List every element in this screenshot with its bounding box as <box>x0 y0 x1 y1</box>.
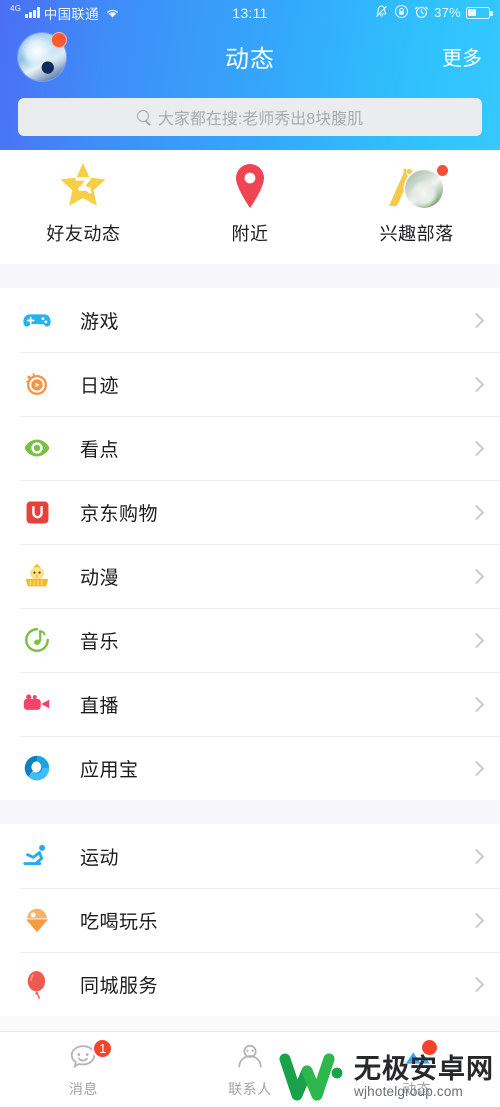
status-bar: 4G 中国联通 13:11 37% <box>0 0 500 25</box>
shortcut-label: 兴趣部落 <box>379 224 454 244</box>
list-item-games[interactable]: 游戏 <box>0 288 500 352</box>
tab-label: 消息 <box>68 1081 98 1097</box>
contacts-icon <box>234 1040 266 1074</box>
section-divider <box>0 264 500 288</box>
battery-icon <box>466 6 493 19</box>
chevron-right-icon <box>468 376 485 392</box>
list-item-label: 看点 <box>80 439 120 461</box>
header: 4G 中国联通 13:11 37% 动态 更多 大家都在搜:老师秀出8块腹肌 <box>0 0 500 150</box>
menu-group-1: 游戏 日迹 看点 京东购物 动漫 音乐 直播 应用宝 <box>0 288 500 800</box>
message-icon: 1 <box>67 1038 114 1074</box>
chevron-right-icon <box>468 632 485 648</box>
qzone-star-icon <box>57 163 109 210</box>
chevron-right-icon <box>468 568 485 584</box>
status-bar-left: 4G 中国联通 <box>10 3 120 23</box>
wifi-icon <box>105 7 120 19</box>
avatar[interactable] <box>18 31 67 81</box>
list-item-label: 运动 <box>80 847 120 869</box>
status-bar-right: 37% <box>374 4 493 22</box>
list-item-music[interactable]: 音乐 <box>0 608 500 672</box>
list-item-anime[interactable]: 动漫 <box>0 544 500 608</box>
list-item-label: 游戏 <box>80 311 120 333</box>
chevron-right-icon <box>468 912 485 928</box>
battery-percent-label: 37% <box>434 5 461 20</box>
list-item-label: 同城服务 <box>80 975 159 997</box>
myapp-icon <box>20 751 54 785</box>
chevron-right-icon <box>468 848 485 864</box>
tab-messages[interactable]: 1 消息 <box>0 1032 167 1107</box>
network-type-label: 4G <box>10 3 22 13</box>
list-item-jd-shopping[interactable]: 京东购物 <box>0 480 500 544</box>
list-item-daily[interactable]: 日迹 <box>0 352 500 416</box>
list-item-label: 吃喝玩乐 <box>80 911 159 933</box>
gamepad-icon <box>20 303 54 337</box>
section-divider <box>0 800 500 824</box>
shortcut-label: 好友动态 <box>46 224 121 244</box>
search-icon <box>136 110 151 124</box>
chevron-right-icon <box>468 760 485 776</box>
carrier-label: 中国联通 <box>43 6 99 22</box>
jd-shopping-icon <box>20 495 54 529</box>
search-placeholder: 大家都在搜:老师秀出8块腹肌 <box>157 111 364 128</box>
list-item-label: 京东购物 <box>80 503 159 525</box>
w-logo-icon <box>279 1053 343 1101</box>
signal-bars-icon <box>25 7 40 18</box>
tribe-badge-dot <box>435 164 449 177</box>
shortcuts-row: 好友动态 附近 兴趣部落 <box>0 150 500 264</box>
search-bar-container: 大家都在搜:老师秀出8块腹肌 <box>0 88 500 150</box>
ice-cream-icon <box>20 903 54 937</box>
live-camera-icon <box>20 687 54 721</box>
menu-list[interactable]: 游戏 日迹 看点 京东购物 动漫 音乐 直播 应用宝 运动 吃喝玩乐 同城服务 <box>0 264 500 1031</box>
navigation-bar: 动态 更多 <box>0 25 500 88</box>
alarm-icon <box>414 4 429 22</box>
app-screen: 4G 中国联通 13:11 37% 动态 更多 大家都在搜:老师秀出8块腹肌 好… <box>0 0 500 1107</box>
anime-chick-icon <box>20 559 54 593</box>
location-pin-icon <box>231 164 269 210</box>
watermark-name-en: wjhotelgroup.com <box>354 1083 464 1099</box>
more-button[interactable]: 更多 <box>442 42 482 71</box>
lock-icon <box>394 4 409 22</box>
list-item-kandian[interactable]: 看点 <box>0 416 500 480</box>
search-input[interactable]: 大家都在搜:老师秀出8块腹肌 <box>18 98 482 136</box>
eye-icon <box>20 431 54 465</box>
shortcut-label: 附近 <box>231 224 269 244</box>
shortcut-nearby[interactable]: 附近 <box>167 164 334 246</box>
watermark-text: 无极安卓网 wjhotelgroup.com <box>354 1054 494 1099</box>
chevron-right-icon <box>468 976 485 992</box>
chevron-right-icon <box>468 312 485 328</box>
list-item-label: 动漫 <box>80 567 120 589</box>
tribe-avatar <box>404 170 443 208</box>
list-item-label: 日迹 <box>80 375 120 397</box>
page-title: 动态 <box>225 46 275 73</box>
list-item-live[interactable]: 直播 <box>0 672 500 736</box>
message-badge: 1 <box>92 1038 114 1059</box>
daily-play-icon <box>20 367 54 401</box>
shortcut-tribe[interactable]: 兴趣部落 <box>333 164 500 246</box>
mute-icon <box>374 4 389 22</box>
list-item-myapp[interactable]: 应用宝 <box>0 736 500 800</box>
chevron-right-icon <box>468 440 485 456</box>
list-item-label: 直播 <box>80 695 120 717</box>
list-item-label: 音乐 <box>80 631 120 653</box>
running-icon <box>20 839 54 873</box>
list-item-local-services[interactable]: 同城服务 <box>0 952 500 1016</box>
menu-group-2: 运动 吃喝玩乐 同城服务 <box>0 824 500 1016</box>
watermark-name-cn: 无极安卓网 <box>354 1054 494 1085</box>
chevron-right-icon <box>468 696 485 712</box>
chevron-right-icon <box>468 504 485 520</box>
list-item-sports[interactable]: 运动 <box>0 824 500 888</box>
shortcut-friend-feed[interactable]: 好友动态 <box>0 163 167 246</box>
music-note-icon <box>20 623 54 657</box>
list-item-label: 应用宝 <box>80 759 139 781</box>
watermark: 无极安卓网 wjhotelgroup.com <box>279 1051 494 1103</box>
tab-label: 联系人 <box>228 1081 272 1097</box>
list-item-food-fun[interactable]: 吃喝玩乐 <box>0 888 500 952</box>
balloon-icon <box>20 967 54 1001</box>
tribe-tent-icon <box>381 164 453 210</box>
